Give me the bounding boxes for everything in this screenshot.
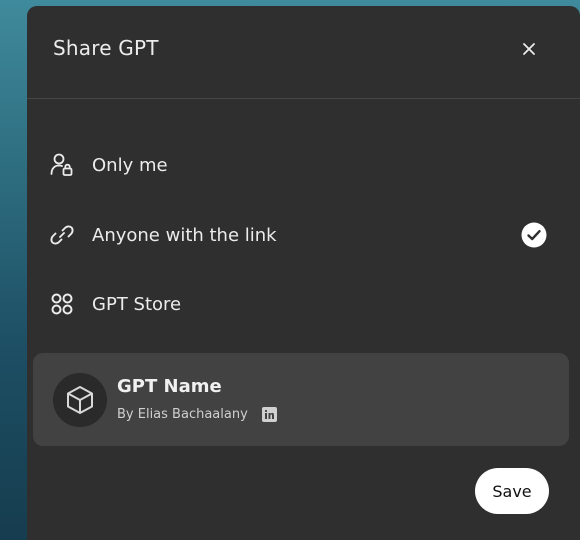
option-only-me[interactable]: Only me	[27, 138, 580, 192]
option-gpt-store[interactable]: GPT Store	[27, 277, 580, 331]
linkedin-icon[interactable]	[261, 407, 277, 422]
header-divider	[27, 98, 580, 99]
save-button[interactable]: Save	[475, 468, 549, 514]
close-icon	[523, 43, 535, 55]
grid-circles-icon	[49, 291, 75, 317]
author-name: By Elias Bachaalany	[117, 407, 248, 422]
option-anyone-with-link[interactable]: Anyone with the link	[27, 208, 580, 262]
gpt-card: GPT Name By Elias Bachaalany	[33, 353, 569, 446]
cube-icon	[67, 386, 93, 414]
user-lock-icon	[49, 152, 75, 178]
option-label: GPT Store	[92, 293, 182, 315]
link-icon	[49, 222, 75, 248]
check-circle-icon	[521, 222, 547, 248]
author-row: By Elias Bachaalany	[117, 407, 277, 422]
dialog-title: Share GPT	[53, 36, 159, 60]
avatar	[53, 373, 107, 427]
close-button[interactable]	[515, 35, 543, 63]
option-label: Only me	[92, 154, 168, 176]
gpt-name: GPT Name	[117, 376, 222, 397]
option-label: Anyone with the link	[92, 224, 277, 246]
share-gpt-dialog: Share GPT Only me Anyone with the link G…	[27, 6, 580, 540]
